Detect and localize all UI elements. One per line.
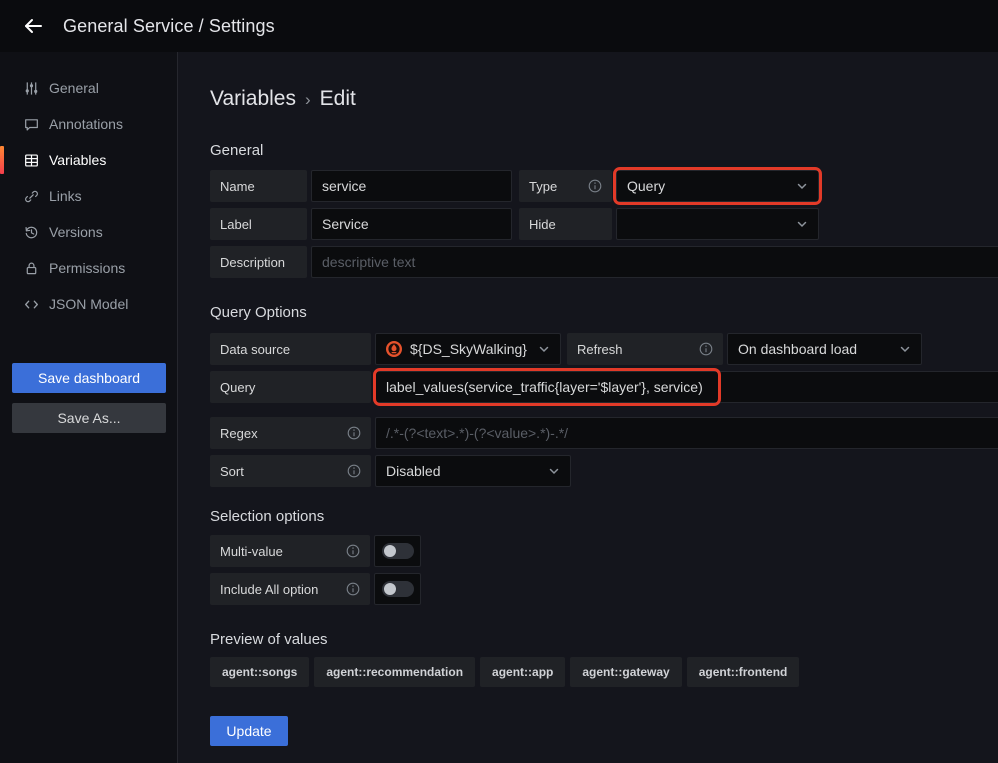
type-label: Type <box>519 170 612 202</box>
preview-values-list: agent::songs agent::recommendation agent… <box>210 657 998 687</box>
code-icon <box>23 296 39 312</box>
description-input[interactable] <box>311 246 998 278</box>
settings-sidebar: General Annotations Variables <box>0 52 178 763</box>
sidebar-item-json-model[interactable]: JSON Model <box>0 286 177 322</box>
label-hide-row: Label Hide <box>210 208 998 240</box>
data-source-select[interactable]: ${DS_SkyWalking} <box>375 333 561 365</box>
include-all-toggle[interactable] <box>374 573 421 605</box>
label-input[interactable] <box>311 208 512 240</box>
name-type-row: Name Type Query <box>210 170 998 202</box>
sidebar-item-versions[interactable]: Versions <box>0 214 177 250</box>
info-icon[interactable] <box>588 179 602 193</box>
info-icon[interactable] <box>699 342 713 356</box>
regex-row: Regex <box>210 417 998 449</box>
description-row: Description <box>210 246 998 278</box>
breadcrumb: Variables › Edit <box>210 86 998 112</box>
name-label: Name <box>210 170 307 202</box>
preview-heading: Preview of values <box>210 631 998 649</box>
sidebar-item-links[interactable]: Links <box>0 178 177 214</box>
info-icon[interactable] <box>346 544 360 558</box>
sort-label: Sort <box>210 455 371 487</box>
update-button[interactable]: Update <box>210 716 288 746</box>
datasource-refresh-row: Data source ${DS_SkyWalking} <box>210 333 998 365</box>
save-dashboard-button[interactable]: Save dashboard <box>12 363 166 393</box>
hide-label: Hide <box>519 208 612 240</box>
multi-value-toggle[interactable] <box>374 535 421 567</box>
include-all-row: Include All option <box>210 573 998 605</box>
breadcrumb-variables[interactable]: Variables <box>210 87 296 111</box>
grafana-dashboard-settings-page: General Service / Settings General Annot… <box>0 0 998 763</box>
breadcrumb-separator: › <box>305 88 311 110</box>
type-select[interactable]: Query <box>616 170 819 202</box>
history-icon <box>23 224 39 240</box>
page-header: General Service / Settings <box>0 0 998 52</box>
sidebar-item-annotations[interactable]: Annotations <box>0 106 177 142</box>
regex-input[interactable] <box>375 417 998 449</box>
hide-select[interactable] <box>616 208 819 240</box>
breadcrumb-edit: Edit <box>320 87 356 111</box>
sidebar-item-permissions[interactable]: Permissions <box>0 250 177 286</box>
chevron-down-icon <box>538 343 550 355</box>
link-icon <box>23 188 39 204</box>
preview-value-chip: agent::gateway <box>570 657 681 687</box>
preview-value-chip: agent::songs <box>210 657 309 687</box>
query-row: Query label_values(service_traffic{layer… <box>210 371 998 403</box>
chevron-down-icon <box>796 218 808 230</box>
label-label: Label <box>210 208 307 240</box>
general-heading: General <box>210 142 998 160</box>
sort-row: Sort Disabled <box>210 455 998 487</box>
include-all-label: Include All option <box>210 573 370 605</box>
chevron-down-icon <box>548 465 560 477</box>
sidebar-item-label: Links <box>49 188 82 204</box>
chevron-down-icon <box>796 180 808 192</box>
name-input[interactable] <box>311 170 512 202</box>
regex-label: Regex <box>210 417 371 449</box>
sidebar-item-label: Versions <box>49 224 103 240</box>
preview-value-chip: agent::recommendation <box>314 657 475 687</box>
query-input[interactable]: label_values(service_traffic{layer='$lay… <box>375 371 998 403</box>
preview-value-chip: agent::frontend <box>687 657 800 687</box>
lock-icon <box>23 260 39 276</box>
sliders-icon <box>23 80 39 96</box>
sort-select[interactable]: Disabled <box>375 455 571 487</box>
multi-value-label: Multi-value <box>210 535 370 567</box>
settings-content: Variables › Edit General Name Type Query <box>179 52 998 763</box>
comment-icon <box>23 116 39 132</box>
refresh-label: Refresh <box>567 333 723 365</box>
info-icon[interactable] <box>347 464 361 478</box>
sidebar-item-label: Permissions <box>49 260 125 276</box>
sidebar-item-general[interactable]: General <box>0 70 177 106</box>
arrow-left-icon <box>22 15 44 37</box>
info-icon[interactable] <box>347 426 361 440</box>
sidebar-item-variables[interactable]: Variables <box>0 142 177 178</box>
sidebar-item-label: JSON Model <box>49 296 128 312</box>
prometheus-datasource-icon <box>386 341 402 357</box>
refresh-select[interactable]: On dashboard load <box>727 333 922 365</box>
query-options-heading: Query Options <box>210 304 998 322</box>
page-title: General Service / Settings <box>63 16 275 37</box>
grid-icon <box>23 152 39 168</box>
query-label: Query <box>210 371 371 403</box>
multi-value-row: Multi-value <box>210 535 998 567</box>
data-source-label: Data source <box>210 333 371 365</box>
selection-options-heading: Selection options <box>210 508 998 526</box>
info-icon[interactable] <box>346 582 360 596</box>
sidebar-item-label: Annotations <box>49 116 123 132</box>
preview-value-chip: agent::app <box>480 657 565 687</box>
sidebar-item-label: General <box>49 80 99 96</box>
save-as-button[interactable]: Save As... <box>12 403 166 433</box>
sidebar-item-label: Variables <box>49 152 106 168</box>
back-button[interactable] <box>16 9 50 43</box>
description-label: Description <box>210 246 307 278</box>
chevron-down-icon <box>899 343 911 355</box>
